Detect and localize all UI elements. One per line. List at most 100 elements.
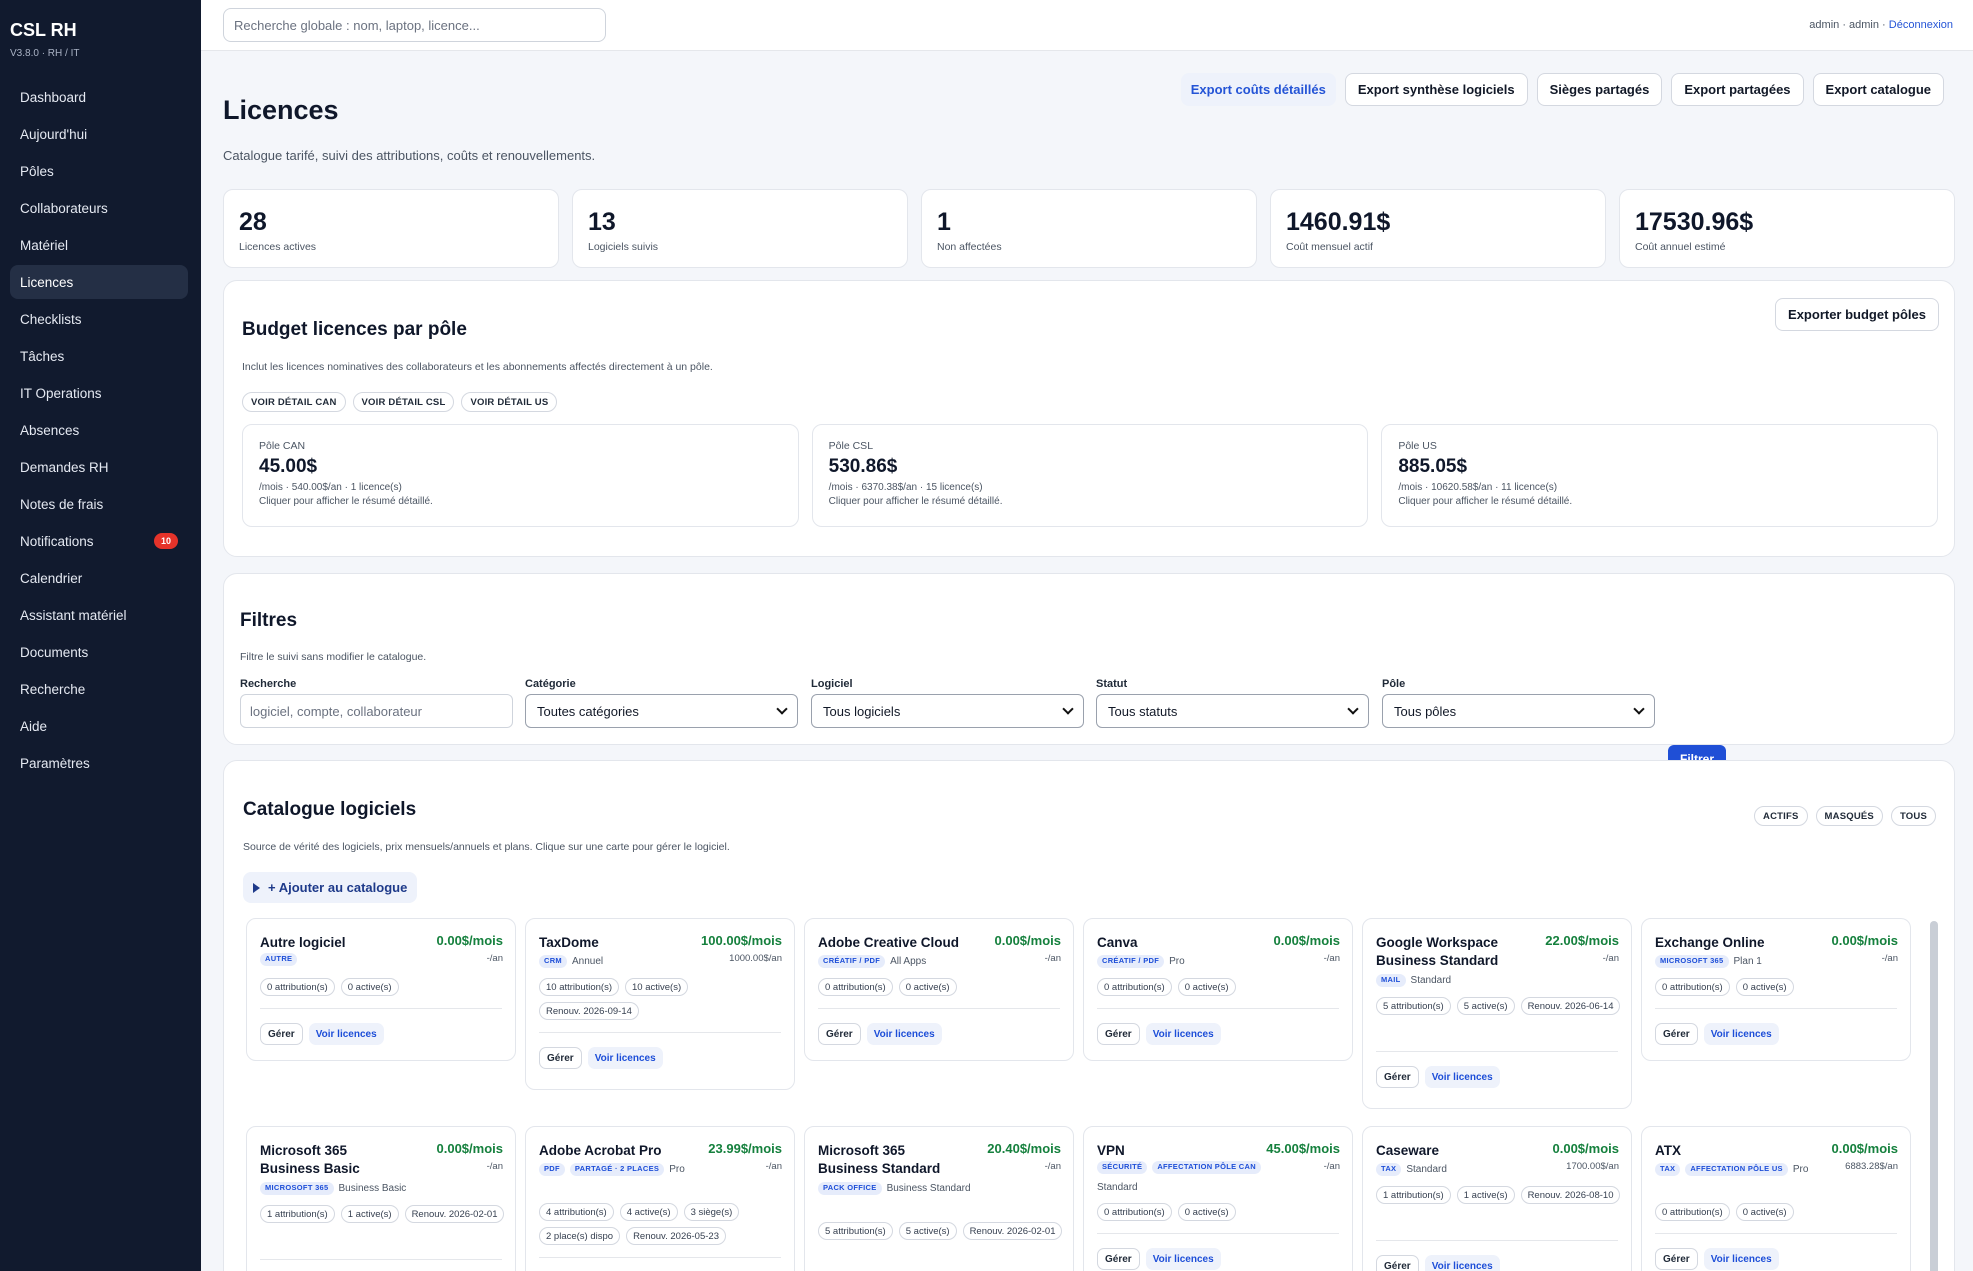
budget-panel: Budget licences par pôle Inclut les lice…: [223, 280, 1955, 557]
annual-price: -/an: [1323, 953, 1340, 964]
pole-hint: Cliquer pour afficher le résumé détaillé…: [828, 496, 1003, 507]
manage-button[interactable]: Gérer: [1376, 1255, 1419, 1271]
stat-card-monthly-cost: 1460.91$ Coût mensuel actif: [1270, 189, 1606, 268]
view-licenses-button[interactable]: Voir licences: [1145, 1248, 1221, 1270]
software-select[interactable]: Tous logiciels: [811, 694, 1084, 728]
view-licenses-button[interactable]: Voir licences: [866, 1023, 942, 1045]
manage-button[interactable]: Gérer: [1097, 1248, 1140, 1270]
software-card[interactable]: Canva 0.00$/mois -/an CRÉATIF / PDF Pro 0 att…: [1083, 918, 1353, 1061]
export-software-summary-button[interactable]: Export synthèse logiciels: [1344, 73, 1528, 106]
view-detail-csl-chip[interactable]: VOIR DÉTAIL CSL: [352, 392, 455, 412]
logout-link[interactable]: Déconnexion: [1889, 19, 1953, 31]
sidebar-item-taches[interactable]: Tâches: [10, 339, 188, 373]
category-select[interactable]: Toutes catégories: [525, 694, 798, 728]
status-select[interactable]: Tous statuts: [1096, 694, 1369, 728]
sidebar-item-recherche[interactable]: Recherche: [10, 672, 188, 706]
view-licenses-button[interactable]: Voir licences: [1424, 1255, 1500, 1271]
filter-search-input[interactable]: [240, 694, 513, 728]
sidebar-item-parametres[interactable]: Paramètres: [10, 746, 188, 780]
export-detailed-costs-button[interactable]: Export coûts détaillés: [1180, 73, 1336, 106]
pole-select[interactable]: Tous pôles: [1382, 694, 1655, 728]
view-licenses-button[interactable]: Voir licences: [1703, 1248, 1779, 1270]
sidebar-item-licences[interactable]: Licences: [10, 265, 188, 299]
manage-button[interactable]: Gérer: [1097, 1023, 1140, 1045]
manage-button[interactable]: Gérer: [539, 1047, 582, 1069]
software-card[interactable]: Google Workspace Business Standard 22.00$…: [1362, 918, 1632, 1109]
manage-button[interactable]: Gérer: [260, 1023, 303, 1045]
usage-pills: 1 attribution(s) 1 active(s) Renouv. 2026-…: [260, 1205, 510, 1223]
software-name: Exchange Online: [1655, 935, 1765, 950]
manage-button[interactable]: Gérer: [1376, 1066, 1419, 1088]
pole-card-can[interactable]: Pôle CAN 45.00$ /mois · 540.00$/an · 1 l…: [242, 424, 799, 527]
toggle-all[interactable]: TOUS: [1890, 806, 1936, 826]
sidebar-item-calendrier[interactable]: Calendrier: [10, 561, 188, 595]
usage-pill: 0 attribution(s): [260, 978, 335, 996]
sidebar-item-materiel[interactable]: Matériel: [10, 228, 188, 262]
toggle-active[interactable]: ACTIFS: [1754, 806, 1808, 826]
software-card[interactable]: ATX 0.00$/mois 6883.28$/an TAX AFFECTATION P…: [1641, 1126, 1911, 1271]
disclosure-triangle-icon: [253, 882, 260, 893]
card-actions: Gérer Voir licences: [539, 1047, 663, 1069]
sidebar-item-aujourd-hui[interactable]: Aujourd'hui: [10, 117, 188, 151]
export-shared-button[interactable]: Export partagées: [1671, 73, 1804, 106]
view-licenses-button[interactable]: Voir licences: [1145, 1023, 1221, 1045]
add-to-catalog-button[interactable]: + Ajouter au catalogue: [243, 872, 418, 903]
toggle-hidden[interactable]: MASQUÉS: [1815, 806, 1883, 826]
sidebar-item-notifications[interactable]: Notifications 10: [10, 524, 188, 558]
sidebar-item-notes-de-frais[interactable]: Notes de frais: [10, 487, 188, 521]
sidebar-item-demandes-rh[interactable]: Demandes RH: [10, 450, 188, 484]
sidebar-item-label: Absences: [20, 422, 80, 438]
catalog-scrollbar[interactable]: [1930, 921, 1938, 1271]
sidebar: CSL RH V3.8.0 · RH / IT Dashboard Aujourd…: [0, 0, 201, 1271]
app-version: V3.8.0 · RH / IT: [10, 48, 80, 59]
chevron-down-icon: [1347, 703, 1359, 715]
sidebar-item-poles[interactable]: Pôles: [10, 154, 188, 188]
export-catalog-button[interactable]: Export catalogue: [1812, 73, 1944, 106]
software-card[interactable]: VPN 45.00$/mois -/an SÉCURITÉ AFFECTATION PÔ…: [1083, 1126, 1353, 1271]
software-card[interactable]: Autre logiciel 0.00$/mois -/an AUTRE 0 attri…: [246, 918, 516, 1061]
stat-card-unassigned: 1 Non affectées: [921, 189, 1257, 268]
manage-button[interactable]: Gérer: [1655, 1248, 1698, 1270]
global-search-input[interactable]: [223, 8, 606, 42]
category-tag: CRM: [539, 955, 567, 968]
header-actions: Export coûts détaillés Export synthèse l…: [1180, 73, 1944, 106]
software-card[interactable]: Microsoft 365 Business Basic 0.00$/mois -/…: [246, 1126, 516, 1271]
software-card[interactable]: Adobe Acrobat Pro 23.99$/mois -/an PDF PARTA…: [525, 1126, 795, 1271]
plan-name: Pro: [1169, 956, 1185, 967]
shared-seats-button[interactable]: Sièges partagés: [1536, 73, 1663, 106]
software-card[interactable]: Caseware 0.00$/mois 1700.00$/an TAX Standard…: [1362, 1126, 1632, 1271]
sidebar-item-label: Recherche: [20, 681, 86, 697]
software-card[interactable]: Microsoft 365 Business Standard 20.40$/mo…: [804, 1126, 1074, 1271]
filter-label: Recherche: [240, 678, 297, 690]
plan-name: Standard: [1406, 1164, 1447, 1175]
sidebar-item-absences[interactable]: Absences: [10, 413, 188, 447]
view-licenses-button[interactable]: Voir licences: [587, 1047, 663, 1069]
software-card[interactable]: TaxDome 100.00$/mois 1000.00$/an CRM Annuel 1…: [525, 918, 795, 1090]
annual-price: -/an: [1881, 953, 1898, 964]
view-detail-us-chip[interactable]: VOIR DÉTAIL US: [461, 392, 558, 412]
software-card[interactable]: Adobe Creative Cloud 0.00$/mois -/an CRÉATI…: [804, 918, 1074, 1061]
sidebar-item-documents[interactable]: Documents: [10, 635, 188, 669]
sidebar-item-collaborateurs[interactable]: Collaborateurs: [10, 191, 188, 225]
usage-pills: 0 attribution(s) 0 active(s): [1655, 978, 1905, 996]
sidebar-item-assistant-materiel[interactable]: Assistant matériel: [10, 598, 188, 632]
sidebar-item-checklists[interactable]: Checklists: [10, 302, 188, 336]
manage-button[interactable]: Gérer: [1655, 1023, 1698, 1045]
sidebar-item-dashboard[interactable]: Dashboard: [10, 80, 188, 114]
category-tag: CRÉATIF / PDF: [1097, 955, 1165, 968]
catalog-title: Catalogue logiciels: [243, 799, 417, 820]
view-detail-can-chip[interactable]: VOIR DÉTAIL CAN: [242, 392, 346, 412]
sidebar-item-aide[interactable]: Aide: [10, 709, 188, 743]
app-brand[interactable]: CSL RH: [10, 20, 77, 41]
view-licenses-button[interactable]: Voir licences: [308, 1023, 384, 1045]
view-licenses-button[interactable]: Voir licences: [1703, 1023, 1779, 1045]
software-card[interactable]: Exchange Online 0.00$/mois -/an MICROSOFT 3…: [1641, 918, 1911, 1061]
sidebar-item-it-operations[interactable]: IT Operations: [10, 376, 188, 410]
view-licenses-button[interactable]: Voir licences: [1424, 1066, 1500, 1088]
pole-card-csl[interactable]: Pôle CSL 530.86$ /mois · 6370.38$/an · 1…: [811, 424, 1369, 527]
manage-button[interactable]: Gérer: [818, 1023, 861, 1045]
pole-card-us[interactable]: Pôle US 885.05$ /mois · 10620.58$/an · 1…: [1381, 424, 1939, 527]
software-tags: SÉCURITÉ AFFECTATION PÔLE CAN Standard: [1097, 1161, 1267, 1196]
stat-label: Coût mensuel actif: [1286, 241, 1373, 253]
export-budget-button[interactable]: Exporter budget pôles: [1775, 298, 1939, 331]
